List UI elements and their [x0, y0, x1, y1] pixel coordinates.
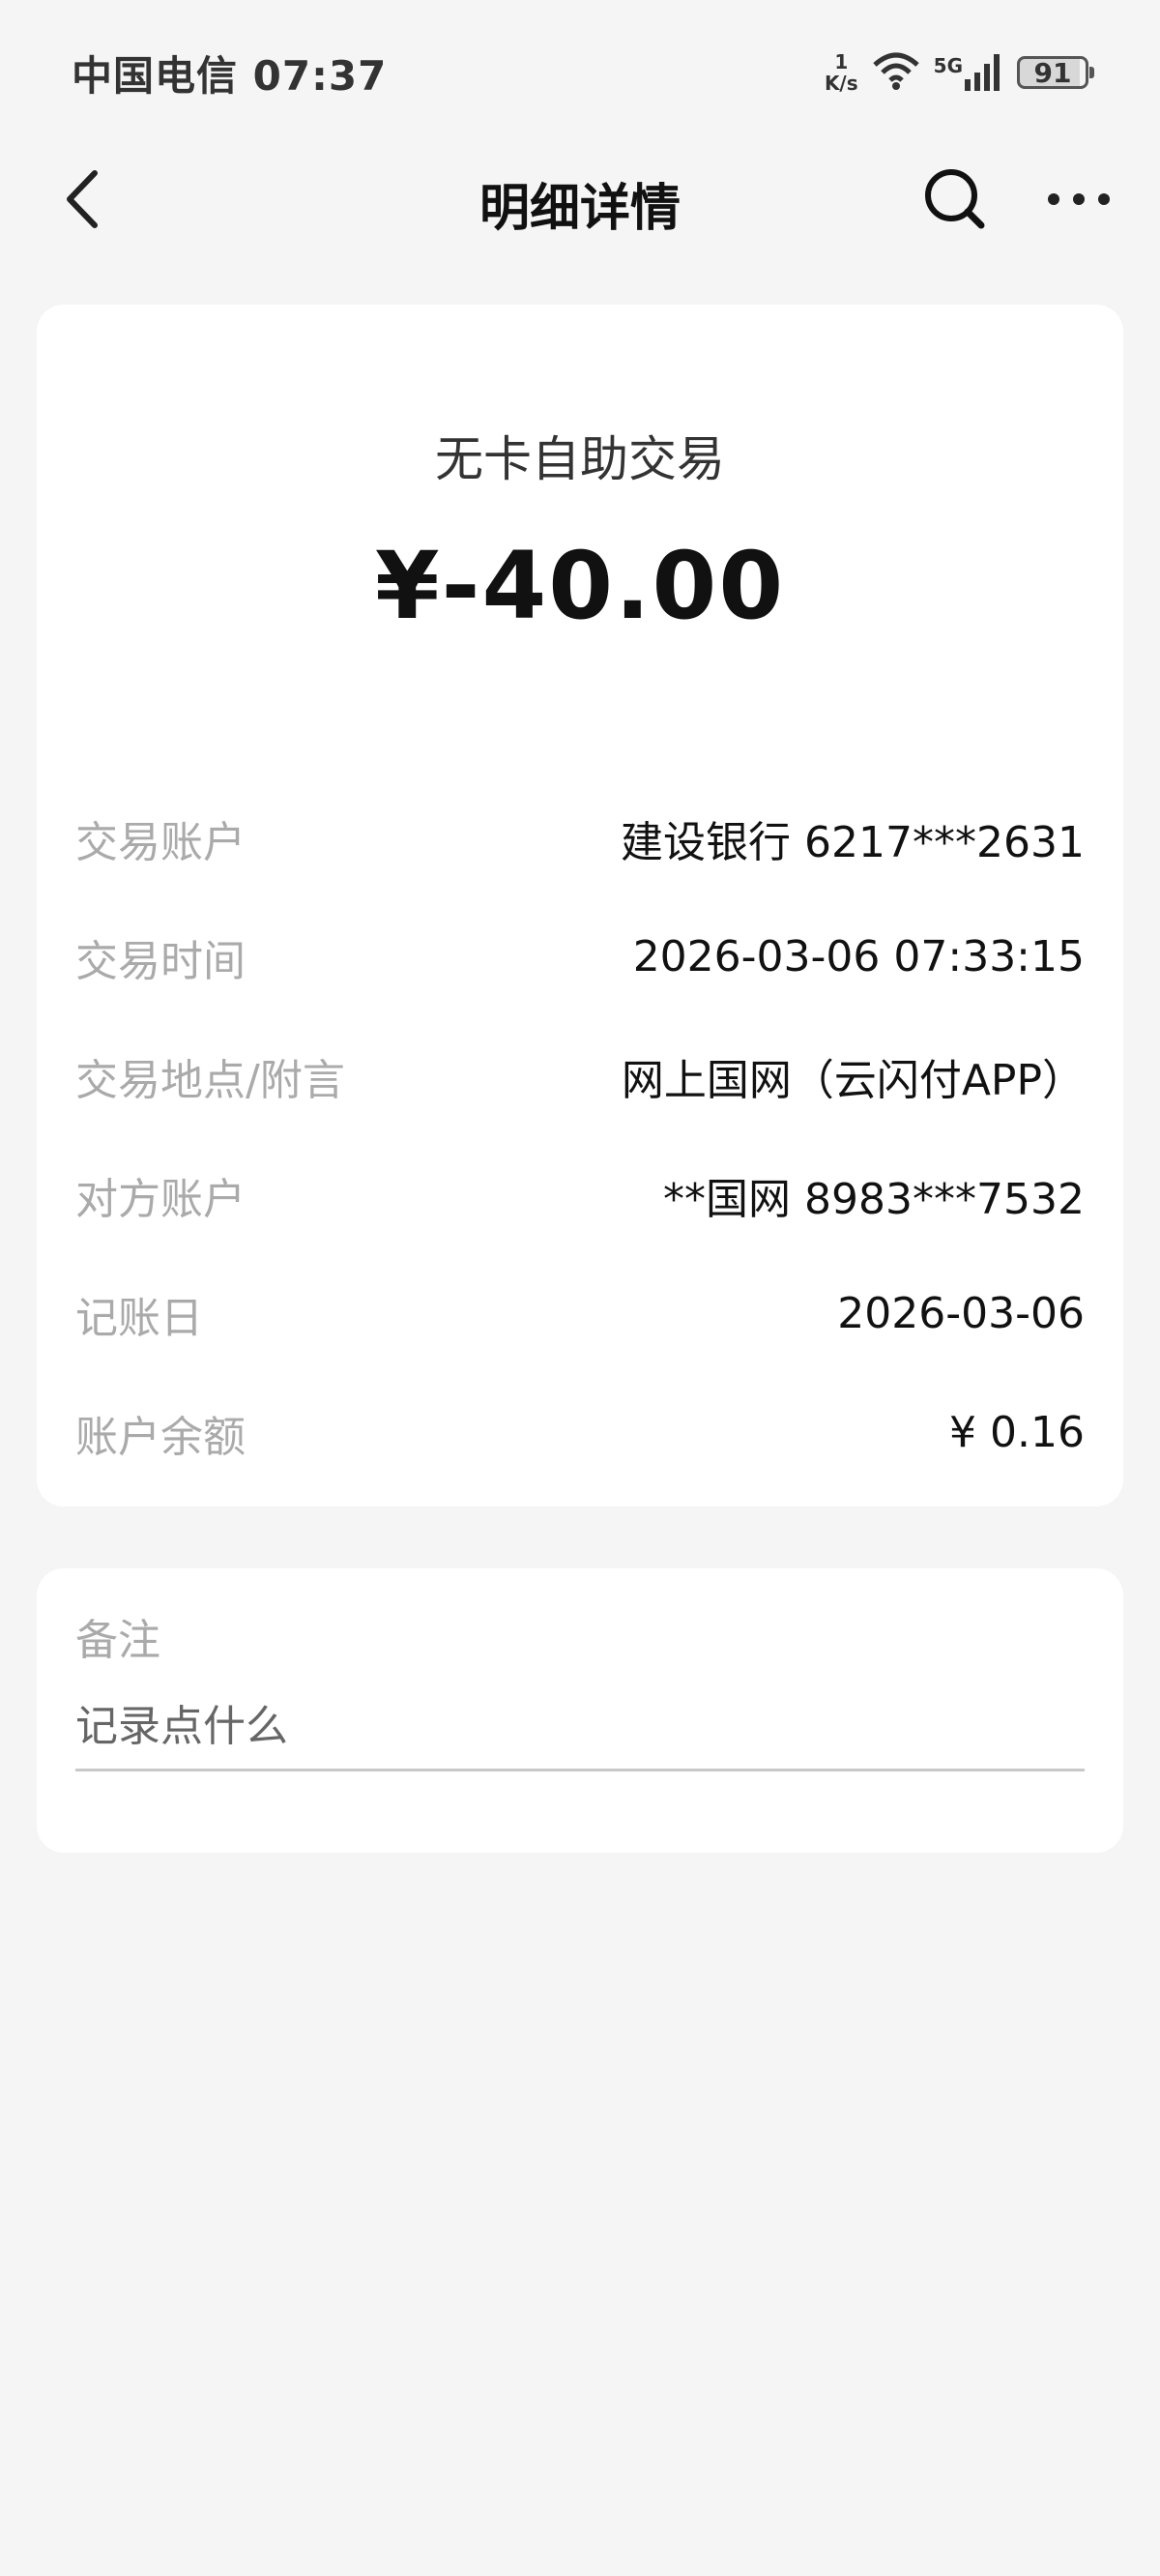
row-label: 对方账户 [75, 1174, 246, 1224]
note-label: 备注 [75, 1616, 160, 1665]
back-icon [62, 169, 101, 233]
row-label: 账户余额 [75, 1412, 246, 1462]
page-title: 明细详情 [478, 179, 681, 238]
row-label: 记账日 [75, 1293, 203, 1343]
more-button[interactable] [1040, 164, 1117, 238]
detail-rows: 交易账户 建设银行 6217***2631 交易时间 2026-03-06 07… [75, 778, 1085, 1492]
network-type-label: 5G [933, 54, 963, 77]
transaction-amount: ¥-40.00 [374, 532, 786, 640]
detail-row-location: 交易地点/附言 网上国网（云闪付APP） [75, 1016, 1085, 1135]
search-button[interactable] [918, 164, 992, 238]
row-label: 交易地点/附言 [75, 1055, 345, 1105]
row-label: 交易时间 [75, 936, 246, 986]
search-icon [923, 167, 987, 235]
battery-level: 91 [1033, 56, 1072, 89]
row-value: 网上国网（云闪付APP） [621, 1055, 1085, 1105]
detail-row-balance: 账户余额 ¥ 0.16 [75, 1373, 1085, 1492]
note-card: 备注 [37, 1568, 1123, 1853]
detail-row-account: 交易账户 建设银行 6217***2631 [75, 778, 1085, 897]
note-input[interactable] [75, 1684, 1085, 1771]
battery-icon: 91 [1017, 56, 1094, 89]
transaction-type: 无卡自助交易 [435, 431, 725, 487]
detail-row-posting-date: 记账日 2026-03-06 [75, 1254, 1085, 1373]
network-speed: 1 K/s [825, 51, 858, 94]
status-icons: 1 K/s 5G 91 [825, 51, 1094, 94]
row-value: ¥ 0.16 [949, 1408, 1085, 1457]
status-bar: 中国电信 07:37 1 K/s 5G 91 [0, 0, 1160, 145]
cellular-signal-icon: 5G [934, 54, 1003, 91]
nav-bar: 明细详情 [0, 145, 1160, 261]
row-label: 交易账户 [75, 817, 246, 867]
transaction-detail-card: 无卡自助交易 ¥-40.00 交易账户 建设银行 6217***2631 交易时… [37, 305, 1123, 1507]
row-value: **国网 8983***7532 [663, 1174, 1085, 1224]
row-value: 建设银行 6217***2631 [621, 817, 1085, 867]
row-value: 2026-03-06 07:33:15 [632, 932, 1085, 981]
row-value: 2026-03-06 [837, 1289, 1085, 1338]
network-speed-unit: K/s [824, 72, 858, 95]
detail-row-time: 交易时间 2026-03-06 07:33:15 [75, 897, 1085, 1016]
more-icon [1046, 191, 1112, 211]
back-button[interactable] [46, 166, 116, 236]
carrier-time: 中国电信 07:37 [72, 51, 388, 100]
detail-row-counterparty: 对方账户 **国网 8983***7532 [75, 1135, 1085, 1254]
network-speed-value: 1 [834, 50, 849, 73]
wifi-icon [872, 51, 920, 94]
